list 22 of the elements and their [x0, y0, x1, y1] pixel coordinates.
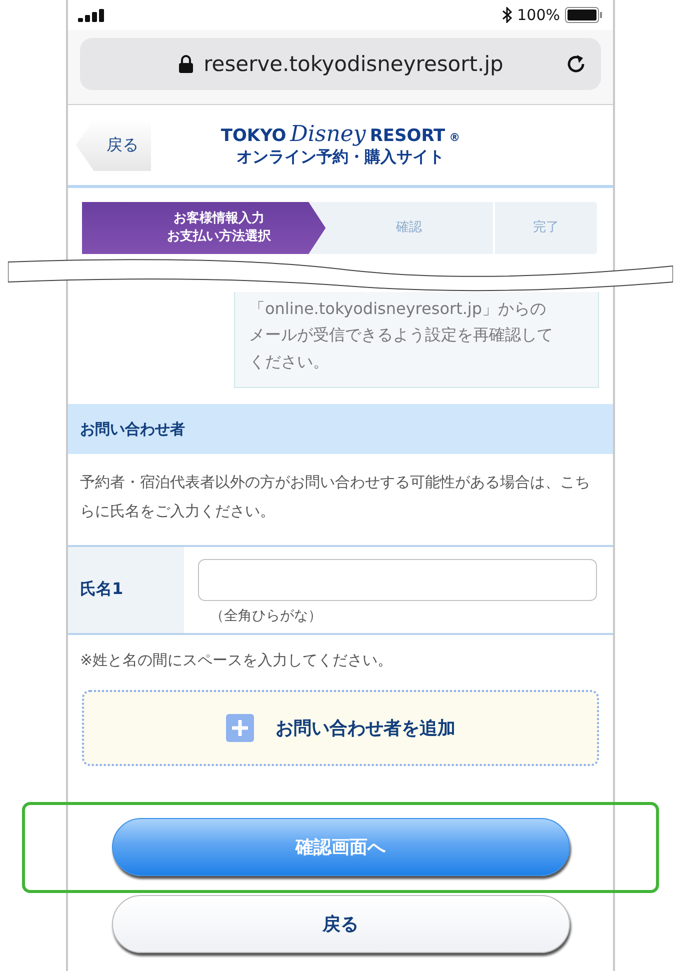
- add-contact-button[interactable]: お問い合わせ者を追加: [82, 690, 599, 766]
- plus-icon: [226, 714, 254, 742]
- bluetooth-icon: [502, 7, 512, 23]
- progress-step: 完了: [494, 202, 599, 254]
- battery-icon: [565, 7, 603, 23]
- mail-notice: 「online.tokyodisneyresort.jp」からの メールが受信できるよう設定を再確認して ください。: [234, 292, 599, 388]
- input-note: ※姓と名の間にスペースを入力してください。: [79, 650, 394, 671]
- field-hint: （全角ひらがな）: [210, 606, 323, 625]
- progress-step: 確認: [326, 202, 495, 254]
- reload-icon[interactable]: [565, 53, 587, 75]
- url-text: reserve.tokyodisneyresort.jp: [204, 52, 504, 76]
- battery-percent: 100%: [517, 6, 560, 24]
- name-input-field[interactable]: [198, 558, 597, 601]
- field-label: 氏名1: [68, 546, 184, 633]
- lock-icon: [178, 54, 194, 74]
- address-bar[interactable]: reserve.tokyodisneyresort.jp: [80, 38, 601, 90]
- signal-icon: [78, 8, 106, 22]
- add-contact-label: お問い合わせ者を追加: [276, 716, 456, 740]
- site-logo: TOKYO Disney RESORT ® オンライン予約・購入サイト: [220, 122, 460, 168]
- section-title: お問い合わせ者: [80, 420, 185, 439]
- progress-step: お客様情報入力 お支払い方法選択: [82, 202, 326, 254]
- back-button[interactable]: 戻る: [112, 894, 570, 953]
